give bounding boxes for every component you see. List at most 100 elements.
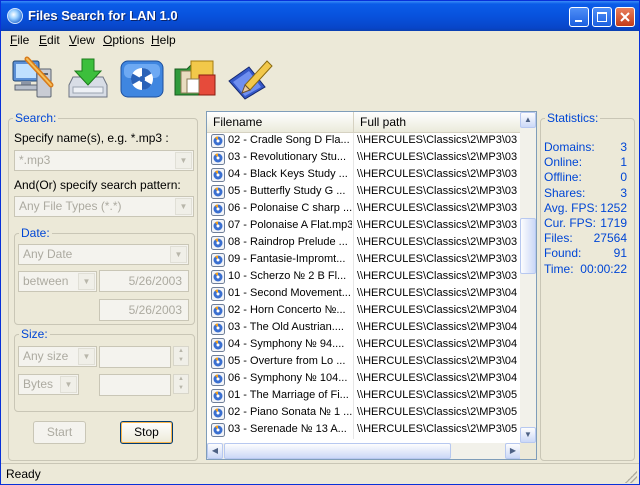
table-row[interactable]: 10 - Scherzo № 2 B Fl... \\HERCULES\Class… [207, 269, 521, 286]
scroll-right-button[interactable]: ▶ [505, 443, 521, 459]
audio-file-icon [211, 236, 225, 250]
column-separator [353, 167, 354, 184]
table-row[interactable]: 09 - Fantasie-Impromt... \\HERCULES\Class… [207, 252, 521, 269]
size-mode-combo[interactable]: Any size ▼ [18, 346, 97, 367]
scroll-corner [520, 443, 536, 459]
results-header: Filename Full path [207, 112, 521, 133]
stat-value: 1719 [600, 216, 627, 230]
column-full-path[interactable]: Full path [354, 112, 521, 132]
results-list[interactable]: Filename Full path 02 - Cradle Song D Fl… [206, 111, 537, 460]
scroll-down-button[interactable]: ▼ [520, 427, 536, 443]
table-row[interactable]: 06 - Polonaise C sharp ... \\HERCULES\Cla… [207, 201, 521, 218]
column-separator [353, 405, 354, 422]
date-to-field[interactable]: 5/26/2003 [99, 299, 189, 321]
toolbar-download-button[interactable] [63, 55, 113, 103]
table-row[interactable]: 03 - Serenade № 13 A... \\HERCULES\Classi… [207, 422, 521, 439]
toolbar-network-button[interactable] [7, 55, 57, 103]
table-row[interactable]: 02 - Horn Concerto №... \\HERCULES\Classi… [207, 303, 521, 320]
size-spinner[interactable]: ▲ ▼ [173, 346, 189, 366]
scroll-left-button[interactable]: ◀ [207, 443, 223, 459]
scroll-up-button[interactable]: ▲ [520, 112, 536, 128]
chevron-down-icon[interactable]: ▼ [78, 273, 95, 290]
stat-label: Online: [544, 155, 583, 170]
stop-button[interactable]: Stop [120, 421, 173, 444]
date-from-field[interactable]: 5/26/2003 [99, 270, 189, 292]
results-rows: 02 - Cradle Song D Fla... \\HERCULES\Clas… [207, 133, 521, 443]
column-separator [353, 371, 354, 388]
date-mode-combo[interactable]: Any Date ▼ [18, 244, 189, 265]
name-label: Specify name(s), e.g. *.mp3 : [14, 131, 169, 145]
date-range-combo[interactable]: between ▼ [18, 271, 97, 292]
column-separator [353, 337, 354, 354]
table-row[interactable]: 04 - Black Keys Study ... \\HERCULES\Clas… [207, 167, 521, 184]
chevron-down-icon[interactable]: ▼ [175, 198, 192, 215]
table-row[interactable]: 01 - The Marriage of Fi... \\HERCULES\Cla… [207, 388, 521, 405]
column-separator [353, 320, 354, 337]
menu-view[interactable]: View [69, 33, 95, 47]
menu-file[interactable]: File [10, 33, 29, 47]
resize-grip-icon[interactable] [625, 471, 637, 483]
menu-options[interactable]: Options [103, 33, 144, 47]
toolbar-edit-button[interactable] [225, 55, 275, 103]
close-button[interactable] [615, 7, 635, 27]
name-combo[interactable]: *.mp3 ▼ [14, 150, 194, 171]
main-window: Files Search for LAN 1.0 File Edit View … [0, 0, 640, 485]
name-combo-value: *.mp3 [19, 153, 51, 167]
network-scan-icon [120, 60, 164, 98]
maximize-button[interactable] [592, 7, 612, 27]
row-full-path: \\HERCULES\Classics\2\MP3\05 - ' [357, 389, 519, 401]
chevron-down-icon[interactable]: ▼ [170, 246, 187, 263]
row-full-path: \\HERCULES\Classics\2\MP3\05 - ' [357, 406, 519, 418]
maximize-icon [597, 12, 607, 22]
table-row[interactable]: 01 - Second Movement... \\HERCULES\Classi… [207, 286, 521, 303]
toolbar-folder-button[interactable] [171, 55, 221, 103]
table-row[interactable]: 05 - Overture from Lo ... \\HERCULES\Clas… [207, 354, 521, 371]
table-row[interactable]: 04 - Symphony № 94.... \\HERCULES\Classic… [207, 337, 521, 354]
column-separator [353, 133, 354, 150]
vertical-scroll-thumb[interactable] [520, 218, 536, 274]
search-group-label: Search: [13, 111, 59, 125]
row-full-path: \\HERCULES\Classics\2\MP3\03 - I [357, 202, 519, 214]
table-row[interactable]: 08 - Raindrop Prelude ... \\HERCULES\Clas… [207, 235, 521, 252]
column-separator [353, 388, 354, 405]
table-row[interactable]: 05 - Butterfly Study G ... \\HERCULES\Cla… [207, 184, 521, 201]
app-icon [7, 8, 23, 24]
row-full-path: \\HERCULES\Classics\2\MP3\03 - I [357, 134, 519, 146]
menu-help[interactable]: Help [151, 33, 176, 47]
stat-label: Found: [544, 246, 582, 261]
chevron-down-icon[interactable]: ▼ [60, 376, 77, 393]
row-filename: 03 - The Old Austrian.... [228, 321, 344, 333]
size-value-field[interactable] [99, 346, 171, 368]
menu-options-label: ptions [112, 33, 145, 47]
stat-label: Domains: [544, 140, 595, 154]
stat-label: Avg. FPS: [544, 200, 598, 215]
horizontal-scrollbar[interactable]: ◀ ▶ [207, 443, 521, 459]
audio-file-icon [211, 406, 225, 420]
title-bar[interactable]: Files Search for LAN 1.0 [1, 1, 639, 31]
horizontal-scroll-thumb[interactable] [224, 443, 451, 459]
chevron-down-icon[interactable]: ▼ [78, 348, 95, 365]
menu-view-label: iew [76, 33, 95, 47]
size-unit-combo[interactable]: Bytes ▼ [18, 374, 79, 395]
minimize-button[interactable] [569, 7, 589, 27]
row-full-path: \\HERCULES\Classics\2\MP3\03 - I [357, 236, 519, 248]
chevron-down-icon[interactable]: ▼ [175, 152, 192, 169]
table-row[interactable]: 06 - Symphony № 104... \\HERCULES\Classic… [207, 371, 521, 388]
column-filename[interactable]: Filename [207, 112, 354, 132]
column-separator [353, 354, 354, 371]
size-spinner-2[interactable]: ▲ ▼ [173, 374, 189, 394]
toolbar-scan-button[interactable] [117, 55, 167, 103]
table-row[interactable]: 03 - Revolutionary Stu... \\HERCULES\Clas… [207, 150, 521, 167]
menu-edit[interactable]: Edit [39, 33, 60, 47]
start-button[interactable]: Start [33, 421, 86, 444]
column-separator [353, 201, 354, 218]
vertical-scrollbar[interactable]: ▲ ▼ [520, 112, 536, 443]
table-row[interactable]: 03 - The Old Austrian.... \\HERCULES\Clas… [207, 320, 521, 337]
table-row[interactable]: 02 - Piano Sonata № 1 ... \\HERCULES\Clas… [207, 405, 521, 422]
menu-edit-label: dit [47, 33, 60, 47]
row-filename: 05 - Butterfly Study G ... [228, 185, 346, 197]
size-value2-field[interactable] [99, 374, 171, 396]
table-row[interactable]: 02 - Cradle Song D Fla... \\HERCULES\Clas… [207, 133, 521, 150]
table-row[interactable]: 07 - Polonaise A Flat.mp3 \\HERCULES\Clas… [207, 218, 521, 235]
pattern-combo[interactable]: Any File Types (*.*) ▼ [14, 196, 194, 217]
